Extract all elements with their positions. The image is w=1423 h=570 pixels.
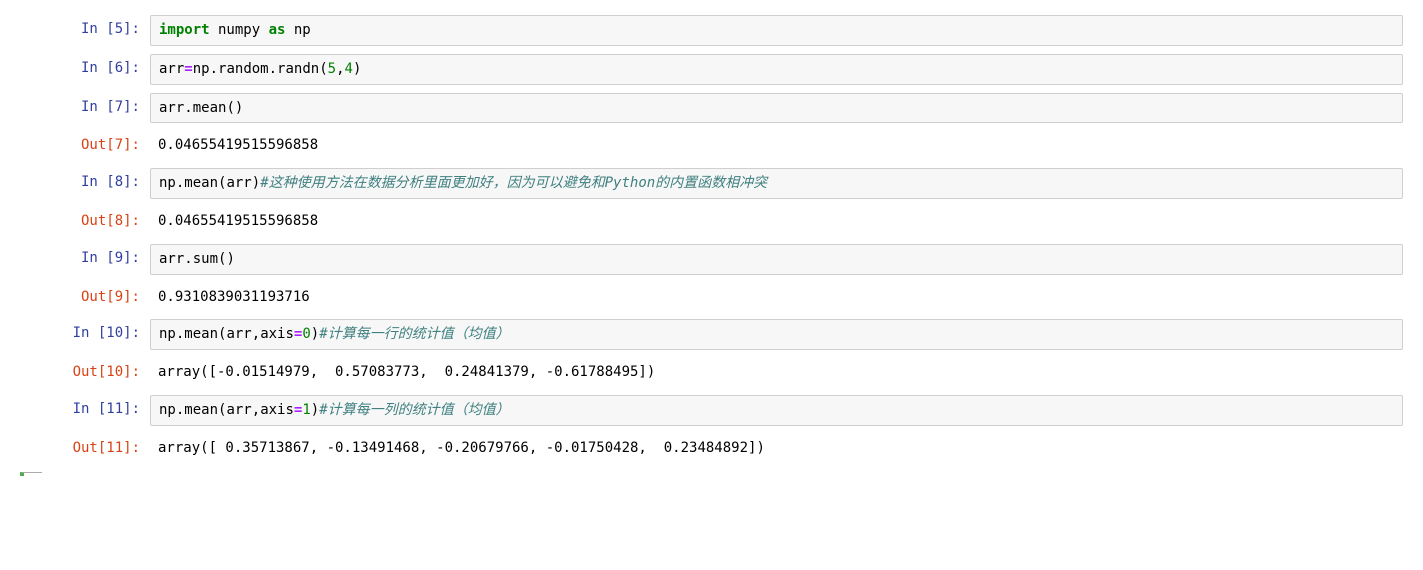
var-arr: arr [226,175,251,191]
output-cell: Out[9]: 0.9310839031193716 [20,280,1403,315]
input-prompt: In [10]: [20,319,150,346]
paren-close: ) [311,402,319,418]
fn-sum: sum [193,251,218,267]
dot: . [184,100,192,116]
code-cell: In [7]: arr.mean() [20,90,1403,127]
paren-close: ) [252,175,260,191]
code-input[interactable]: arr.mean() [150,93,1403,124]
kw-axis: axis [260,402,294,418]
paren-close: ) [226,251,234,267]
input-prompt: In [9]: [20,244,150,271]
code-input[interactable]: np.mean(arr,axis=0)#计算每一行的统计值（均值） [150,319,1403,350]
input-prompt: In [7]: [20,93,150,120]
code-cell: In [5]: import numpy as np [20,12,1403,49]
output-text: 0.04655419515596858 [150,131,1403,160]
code-input[interactable]: arr=np.random.randn(5,4) [150,54,1403,85]
dot: . [210,61,218,77]
input-prompt: In [6]: [20,54,150,81]
input-prompt: In [8]: [20,168,150,195]
input-prompt: In [5]: [20,15,150,42]
code-cell: In [8]: np.mean(arr)#这种使用方法在数据分析里面更加好，因为… [20,165,1403,202]
next-cell-indicator [20,472,42,476]
var-arr: arr [226,326,251,342]
comment: #计算每一行的统计值（均值） [319,326,509,342]
fn-mean: mean [193,100,227,116]
input-prompt: In [11]: [20,395,150,422]
var-arr: arr [226,402,251,418]
output-prompt: Out[7]: [20,131,150,158]
output-text: 0.04655419515596858 [150,207,1403,236]
output-cell: Out[7]: 0.04655419515596858 [20,128,1403,163]
code-input[interactable]: import numpy as np [150,15,1403,46]
code-input[interactable]: np.mean(arr,axis=1)#计算每一列的统计值（均值） [150,395,1403,426]
output-text: 0.9310839031193716 [150,283,1403,312]
mod-np: np [159,326,176,342]
output-prompt: Out[9]: [20,283,150,310]
paren-open: ( [319,61,327,77]
comment: #计算每一列的统计值（均值） [319,402,509,418]
num-4: 4 [345,61,353,77]
output-cell: Out[8]: 0.04655419515596858 [20,204,1403,239]
var-arr: arr [159,61,184,77]
code-cell: In [11]: np.mean(arr,axis=1)#计算每一列的统计值（均… [20,392,1403,429]
num-5: 5 [328,61,336,77]
code-input[interactable]: arr.sum() [150,244,1403,275]
op-eq: = [184,61,192,77]
attr-random: random [218,61,269,77]
num-0: 0 [302,326,310,342]
comment: #这种使用方法在数据分析里面更加好，因为可以避免和Python的内置函数相冲突 [260,175,767,191]
paren-close: ) [353,61,361,77]
code-cell: In [9]: arr.sum() [20,241,1403,278]
comma: , [252,402,260,418]
fn-mean: mean [184,402,218,418]
paren-close: ) [235,100,243,116]
keyword-as: as [269,22,286,38]
mod-np: np [193,61,210,77]
output-prompt: Out[11]: [20,434,150,461]
mod-np: np [159,402,176,418]
code-cell: In [6]: arr=np.random.randn(5,4) [20,51,1403,88]
output-prompt: Out[10]: [20,358,150,385]
alias-np: np [285,22,310,38]
fn-randn: randn [277,61,319,77]
code-cell: In [10]: np.mean(arr,axis=0)#计算每一行的统计值（均… [20,316,1403,353]
keyword-import: import [159,22,210,38]
var-arr: arr [159,251,184,267]
output-text: array([ 0.35713867, -0.13491468, -0.2067… [150,434,1403,463]
comma: , [336,61,344,77]
paren-close: ) [311,326,319,342]
dot: . [269,61,277,77]
dot: . [184,251,192,267]
comma: , [252,326,260,342]
module-numpy: numpy [210,22,269,38]
mod-np: np [159,175,176,191]
output-text: array([-0.01514979, 0.57083773, 0.248413… [150,358,1403,387]
code-input[interactable]: np.mean(arr)#这种使用方法在数据分析里面更加好，因为可以避免和Pyt… [150,168,1403,199]
fn-mean: mean [184,175,218,191]
fn-mean: mean [184,326,218,342]
output-cell: Out[10]: array([-0.01514979, 0.57083773,… [20,355,1403,390]
num-1: 1 [302,402,310,418]
kw-axis: axis [260,326,294,342]
output-prompt: Out[8]: [20,207,150,234]
var-arr: arr [159,100,184,116]
output-cell: Out[11]: array([ 0.35713867, -0.13491468… [20,431,1403,466]
paren-open: ( [226,100,234,116]
